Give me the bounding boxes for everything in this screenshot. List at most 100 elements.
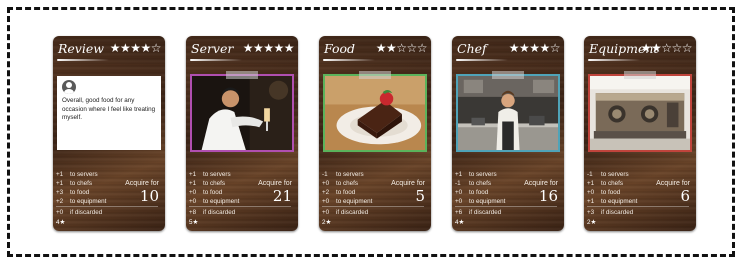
- card-title: Food: [324, 41, 356, 56]
- title-underline: [323, 59, 375, 61]
- discard-value: +0: [322, 209, 330, 216]
- star-rating: ★★☆☆☆: [640, 41, 693, 55]
- card-tier: 2★: [587, 219, 597, 226]
- stat-label: to equipment: [336, 198, 373, 205]
- stat-value: +2: [322, 189, 330, 196]
- stat-value: +0: [455, 198, 463, 205]
- divider: [455, 206, 557, 207]
- stat-value: -1: [587, 171, 593, 178]
- title-underline: [588, 59, 640, 61]
- card-chef[interactable]: Chef ★★★★☆ +1 to servers -1 to chefs +0 to …: [452, 36, 564, 231]
- card-title: Chef: [457, 41, 487, 56]
- stat-label: to food: [70, 189, 90, 196]
- discard-label: if discarded: [469, 209, 502, 216]
- card-equipment[interactable]: Equipment ★★☆☆☆ -1 to servers +1 to chefs …: [584, 36, 696, 231]
- stat-label: to equipment: [70, 198, 107, 205]
- stat-row-servers: +1 to servers: [455, 170, 563, 179]
- stat-value: +1: [189, 171, 197, 178]
- card-food[interactable]: Food ★★☆☆☆ -1 to servers +0 to chefs +2 to …: [319, 36, 431, 231]
- stat-row-equipment: +0 to equipment: [322, 197, 430, 206]
- stat-label: to chefs: [469, 180, 492, 187]
- discard-label: if discarded: [601, 209, 634, 216]
- stat-value: +1: [56, 180, 64, 187]
- discard-value: +0: [56, 209, 64, 216]
- discard-value: +6: [455, 209, 463, 216]
- acquire-label: Acquire for: [258, 180, 292, 187]
- stat-label: to chefs: [336, 180, 359, 187]
- star-rating: ★★★★★: [242, 41, 295, 55]
- acquire-label: Acquire for: [656, 180, 690, 187]
- avatar-icon: [62, 80, 76, 94]
- stat-value: +1: [189, 180, 197, 187]
- stat-label: to servers: [601, 171, 629, 178]
- stat-row-equipment: +1 to equipment: [587, 197, 695, 206]
- stat-value: +1: [587, 198, 595, 205]
- chef-photo: [456, 74, 560, 152]
- review-box: Overall, good food for any occasion wher…: [57, 76, 161, 150]
- card-review[interactable]: Review ★★★★☆ Overall, good food for any …: [53, 36, 165, 231]
- card-title: Review: [58, 41, 104, 56]
- title-underline: [190, 59, 242, 61]
- stat-label: to food: [469, 189, 489, 196]
- photo-tape: [492, 71, 524, 79]
- acquire-label: Acquire for: [524, 180, 558, 187]
- card-title: Server: [191, 41, 234, 56]
- stat-value: +1: [587, 180, 595, 187]
- stat-value: +0: [587, 189, 595, 196]
- stat-label: to servers: [336, 171, 364, 178]
- stat-row-servers: +1 to servers: [189, 170, 297, 179]
- acquire-cost: 10: [139, 187, 159, 205]
- stat-value: +0: [189, 198, 197, 205]
- acquire-cost: 6: [680, 187, 690, 205]
- stat-value: +0: [322, 198, 330, 205]
- card-tier: 5★: [189, 219, 199, 226]
- stat-row-food: +0 to food: [587, 188, 695, 197]
- card-tier: 2★: [322, 219, 332, 226]
- stat-label: to equipment: [203, 198, 240, 205]
- divider: [322, 206, 424, 207]
- discard-label: if discarded: [336, 209, 369, 216]
- stat-row-food: +2 to food: [322, 188, 430, 197]
- stat-label: to food: [601, 189, 621, 196]
- stat-label: to food: [203, 189, 223, 196]
- stat-value: +0: [189, 189, 197, 196]
- star-rating: ★★★★☆: [109, 41, 162, 55]
- divider: [587, 206, 689, 207]
- stat-value: +0: [322, 180, 330, 187]
- stat-label: to chefs: [203, 180, 226, 187]
- discard-value: +3: [587, 209, 595, 216]
- stat-value: -1: [322, 171, 328, 178]
- divider: [189, 206, 291, 207]
- stat-label: to equipment: [469, 198, 506, 205]
- star-rating: ★★☆☆☆: [375, 41, 428, 55]
- stat-row-servers: -1 to servers: [322, 170, 430, 179]
- card-tier: 4★: [455, 219, 465, 226]
- card-tier: 4★: [56, 219, 66, 226]
- stat-label: to equipment: [601, 198, 638, 205]
- discard-label: if discarded: [70, 209, 103, 216]
- stat-label: to chefs: [70, 180, 93, 187]
- stat-value: +1: [455, 171, 463, 178]
- review-text: Overall, good food for any occasion wher…: [62, 97, 156, 121]
- acquire-label: Acquire for: [125, 180, 159, 187]
- stat-label: to food: [336, 189, 356, 196]
- stat-value: -1: [455, 180, 461, 187]
- stat-value: +0: [455, 189, 463, 196]
- acquire-label: Acquire for: [391, 180, 425, 187]
- acquire-cost: 5: [415, 187, 425, 205]
- discard-label: if discarded: [203, 209, 236, 216]
- divider: [56, 206, 158, 207]
- server-photo: [190, 74, 294, 152]
- photo-tape: [624, 71, 656, 79]
- photo-tape: [226, 71, 258, 79]
- stat-list: -1 to servers +1 to chefs +0 to food +1 to e…: [587, 170, 695, 206]
- stat-list: -1 to servers +0 to chefs +2 to food +0 to e…: [322, 170, 430, 206]
- stat-label: to servers: [70, 171, 98, 178]
- title-underline: [456, 59, 508, 61]
- stat-label: to chefs: [601, 180, 624, 187]
- acquire-cost: 21: [272, 187, 292, 205]
- cake-photo: [323, 74, 427, 152]
- card-server[interactable]: Server ★★★★★ +1 to servers +1 to chefs +0 t…: [186, 36, 298, 231]
- stat-row-servers: +1 to servers: [56, 170, 164, 179]
- stat-label: to servers: [469, 171, 497, 178]
